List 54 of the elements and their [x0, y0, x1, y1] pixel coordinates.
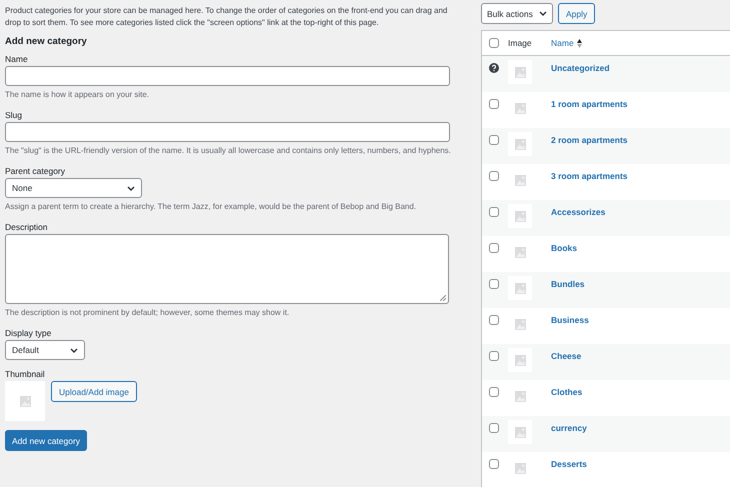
chevron-down-icon	[127, 186, 135, 190]
row-checkbox[interactable]	[489, 351, 499, 361]
apply-button[interactable]: Apply	[558, 3, 596, 24]
dropdown[interactable]: None	[5, 178, 142, 198]
image-placeholder	[5, 381, 45, 421]
row-checkbox[interactable]	[489, 171, 499, 181]
field-label: Display type	[5, 328, 52, 338]
row-checkbox[interactable]	[489, 315, 499, 325]
row-checkbox[interactable]	[489, 423, 499, 433]
field-hint: The description is not prominent by default; however, some themes may show it.	[5, 307, 290, 319]
description-textarea[interactable]	[5, 234, 449, 304]
resize-handle-icon[interactable]	[440, 295, 446, 301]
image-placeholder	[508, 420, 532, 444]
upload-image-button[interactable]: Upload/Add image	[51, 381, 137, 402]
row-checkbox[interactable]	[489, 135, 499, 145]
image-placeholder	[508, 276, 532, 300]
row-checkbox[interactable]	[489, 243, 499, 253]
category-link[interactable]: Clothes	[551, 387, 730, 416]
category-link[interactable]: Desserts	[551, 459, 730, 487]
intro-text: Product categories for your store can be managed here. To change the order of categories on the front-end you can drag and drop to sort them. To see more categories listed click the "screen options" link at the top-right of this page.	[5, 5, 448, 29]
help-icon	[489, 63, 499, 73]
row-checkbox[interactable]	[489, 99, 499, 109]
field-hint: Assign a parent term to create a hierarchy. The term Jazz, for example, would be the parent of Bebop and Big Band.	[5, 201, 418, 213]
dropdown[interactable]: Default	[5, 340, 85, 360]
field-label: Description	[5, 222, 49, 232]
row-checkbox[interactable]	[489, 279, 499, 289]
field-label: Thumbnail	[5, 369, 46, 379]
category-link[interactable]: Business	[551, 315, 730, 344]
row-checkbox[interactable]	[489, 459, 499, 469]
category-link[interactable]: 1 room apartments	[551, 99, 730, 128]
category-link[interactable]: 3 room apartments	[551, 171, 730, 200]
image-placeholder	[508, 204, 532, 228]
chevron-down-icon	[70, 348, 78, 352]
chevron-down-icon	[539, 11, 547, 16]
row-checkbox[interactable]	[489, 387, 499, 397]
field-label: Parent category	[5, 166, 66, 176]
select-all-checkbox[interactable]	[489, 38, 499, 48]
category-link[interactable]: Books	[551, 243, 730, 272]
image-placeholder	[508, 60, 532, 84]
field-hint: The "slug" is the URL-friendly version of the name. It is usually all lowercase and contains only letters, numbers, and hyphens.	[5, 145, 452, 157]
column-header-link[interactable]: Name	[551, 38, 574, 48]
field-hint: The name is how it appears on your site.	[5, 89, 150, 101]
text-input[interactable]	[5, 122, 450, 142]
text-input[interactable]	[5, 66, 450, 86]
image-placeholder	[508, 348, 532, 372]
form-heading: Add new category	[5, 36, 88, 47]
image-placeholder	[508, 132, 532, 156]
add-category-button[interactable]: Add new category	[5, 430, 88, 451]
field-label: Name	[5, 54, 29, 64]
sort-icon	[576, 38, 582, 48]
bulk-actions-dropdown[interactable]: Bulk actions	[481, 3, 553, 24]
column-header: Image	[508, 38, 533, 48]
field-label: Slug	[5, 110, 24, 120]
row-checkbox[interactable]	[489, 207, 499, 217]
